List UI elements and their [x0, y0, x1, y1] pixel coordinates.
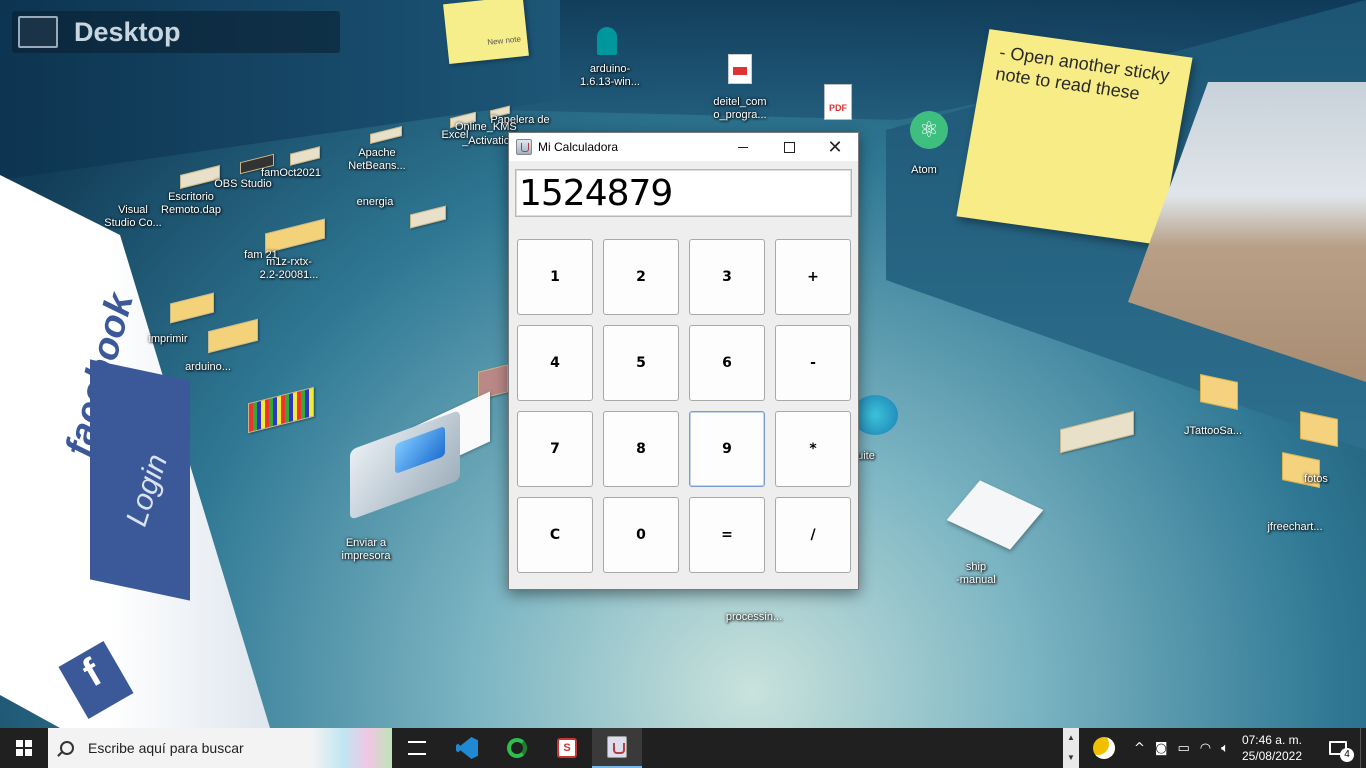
- system-tray: ▲ ▼ ^ ◙ ▭ ◠ 🔈︎ 07:46 a. m. 25/08/2022 4: [1062, 728, 1366, 768]
- key-0[interactable]: 0: [603, 497, 679, 573]
- window-title: Mi Calculadora: [538, 140, 619, 154]
- calculator-keypad: 1 2 3 + 4 5 6 - 7 8 9 * C 0 = /: [517, 239, 851, 573]
- battery-icon[interactable]: ▭: [1177, 741, 1189, 756]
- desktop-icon-suite[interactable]: uite: [856, 450, 876, 463]
- desktop-title: Desktop: [74, 16, 181, 47]
- desktop-icon-enviar-a-impresora[interactable]: Enviar a impresora: [326, 537, 406, 563]
- key-clear[interactable]: C: [517, 497, 593, 573]
- mini-icon: [410, 205, 446, 229]
- key-divide[interactable]: /: [775, 497, 851, 573]
- start-button[interactable]: [0, 728, 48, 768]
- clock-date: 25/08/2022: [1241, 749, 1302, 763]
- show-desktop-button[interactable]: [1360, 728, 1366, 768]
- calculator-titlebar[interactable]: Mi Calculadora ✕: [509, 133, 858, 161]
- desktop-icon-arduino-installer[interactable]: arduino- 1.6.13-win...: [572, 63, 648, 89]
- desktop-icon-imprimir[interactable]: imprimir: [140, 333, 196, 346]
- mini-icon: [370, 126, 402, 144]
- sticky-note-small-text: New note: [486, 34, 522, 47]
- key-2[interactable]: 2: [603, 239, 679, 315]
- key-3[interactable]: 3: [689, 239, 765, 315]
- taskbar: Escribe aquí para buscar S ▲ ▼ ^ ◙ ▭ ◠ 🔈︎…: [0, 728, 1366, 768]
- search-placeholder: Escribe aquí para buscar: [88, 740, 244, 756]
- key-multiply[interactable]: *: [775, 411, 851, 487]
- sticky-note-big[interactable]: - Open another sticky note to read these: [956, 29, 1193, 245]
- key-8[interactable]: 8: [603, 411, 679, 487]
- chevron-up-icon[interactable]: ^: [1134, 741, 1145, 756]
- clock-time: 07:46 a. m.: [1241, 733, 1302, 747]
- vscode-icon: [456, 737, 478, 759]
- close-button[interactable]: ✕: [812, 133, 858, 161]
- manual-document-icon[interactable]: [946, 480, 1044, 550]
- desktop-icon-m1z-rxtx[interactable]: m1z-rxtx- 2.2-20081...: [254, 256, 324, 282]
- calculator-window[interactable]: Mi Calculadora ✕ 1524879 1 2 3 + 4 5 6 -…: [508, 132, 859, 590]
- key-5[interactable]: 5: [603, 325, 679, 401]
- taskbar-green-ring-app[interactable]: [492, 728, 542, 768]
- task-view-button[interactable]: [392, 728, 442, 768]
- taskbar-vscode[interactable]: [442, 728, 492, 768]
- weather-icon[interactable]: [1092, 737, 1115, 759]
- key-plus[interactable]: +: [775, 239, 851, 315]
- arduino-icon[interactable]: [597, 27, 617, 55]
- taskbar-red-app[interactable]: S: [542, 728, 592, 768]
- desktop-icon-fotos[interactable]: fotos: [1296, 473, 1336, 486]
- tray-scroll-arrows[interactable]: ▲ ▼: [1062, 728, 1079, 768]
- key-4[interactable]: 4: [517, 325, 593, 401]
- key-minus[interactable]: -: [775, 325, 851, 401]
- desktop-icon-ship-manual[interactable]: ship -manual: [946, 561, 1006, 587]
- color-chart-icon: [248, 386, 314, 434]
- maximize-button[interactable]: [766, 133, 812, 161]
- monitor-icon: [18, 16, 58, 48]
- desktop-icon-obs-studio[interactable]: OBS Studio: [208, 178, 278, 191]
- volume-icon[interactable]: 🔈︎: [1221, 741, 1229, 756]
- red-app-icon: S: [557, 738, 577, 758]
- mini-icon: [1060, 410, 1134, 454]
- taskbar-java-calculator[interactable]: [592, 728, 642, 768]
- mini-folder-icon: [170, 292, 214, 324]
- notification-center-button[interactable]: 4: [1316, 728, 1360, 768]
- desktop-icon-excel[interactable]: Excel: [440, 129, 470, 142]
- key-7[interactable]: 7: [517, 411, 593, 487]
- atom-icon[interactable]: ⚛: [910, 111, 948, 149]
- desktop-icon-processing[interactable]: processin...: [718, 611, 790, 624]
- desktop-icon-jtattoo[interactable]: JTattooSa...: [1178, 425, 1248, 438]
- mini-icon: [290, 146, 320, 166]
- desktop-icon-visual-studio-code[interactable]: Visual Studio Co...: [98, 204, 168, 230]
- key-1[interactable]: 1: [517, 239, 593, 315]
- desktop-icon-arduino[interactable]: arduino...: [176, 361, 240, 374]
- minimize-button[interactable]: [720, 133, 766, 161]
- pdf-icon-label: PDF: [829, 103, 847, 113]
- desktop-icon-atom[interactable]: Atom: [904, 164, 944, 177]
- taskbar-clock[interactable]: 07:46 a. m. 25/08/2022: [1242, 732, 1302, 764]
- windows-logo-icon: [16, 740, 32, 756]
- mini-folder-icon: [208, 318, 258, 354]
- search-highlight-art: [312, 728, 392, 768]
- sticky-note-big-text: - Open another sticky note to read these: [994, 41, 1171, 104]
- pdf-icon[interactable]: PDF: [824, 84, 852, 120]
- taskbar-search-box[interactable]: Escribe aquí para buscar: [48, 728, 392, 768]
- java-icon: [607, 736, 627, 758]
- document-icon: [728, 54, 752, 84]
- key-6[interactable]: 6: [689, 325, 765, 401]
- sticky-note-small[interactable]: New note: [443, 0, 529, 65]
- printer-icon[interactable]: [350, 391, 490, 521]
- desktop-title-bar: Desktop: [12, 11, 340, 53]
- java-app-icon: [516, 139, 532, 155]
- search-icon: [60, 741, 74, 755]
- notification-count-badge: 4: [1340, 748, 1354, 762]
- key-equals[interactable]: =: [689, 497, 765, 573]
- ring-app-icon: [507, 738, 527, 758]
- desktop-icon-apache-netbeans[interactable]: Apache NetBeans...: [344, 147, 410, 173]
- desktop-icon-energia[interactable]: energia: [350, 196, 400, 209]
- key-9[interactable]: 9: [689, 411, 765, 487]
- task-view-icon: [408, 741, 426, 755]
- camera-icon[interactable]: ◙: [1155, 741, 1168, 756]
- calculator-display[interactable]: 1524879: [515, 169, 852, 217]
- desktop-icon-jfreechart[interactable]: jfreechart...: [1260, 521, 1330, 534]
- desktop-icon-deitel[interactable]: deitel_com o_progra...: [702, 96, 778, 122]
- wifi-icon[interactable]: ◠: [1200, 741, 1211, 756]
